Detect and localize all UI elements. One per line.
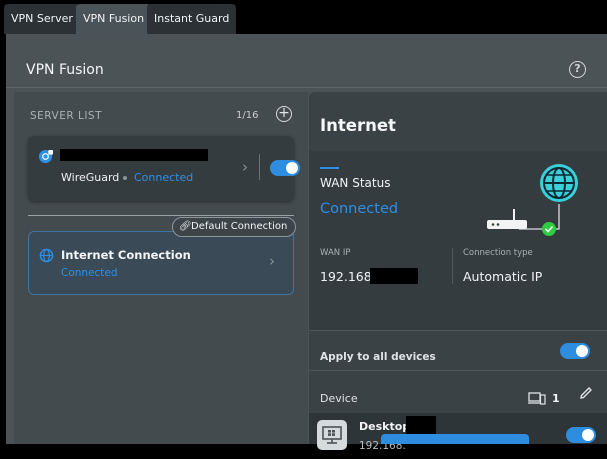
apply-button[interactable] xyxy=(381,434,529,444)
plus-circle-icon[interactable]: + xyxy=(276,106,292,122)
internet-globe-icon xyxy=(39,248,54,263)
default-connection-badge: 🔗︎ Default Connection xyxy=(172,217,297,237)
divider xyxy=(6,87,607,88)
tab-vpn-server[interactable]: VPN Server xyxy=(4,4,80,34)
tab-vpn-fusion[interactable]: VPN Fusion xyxy=(76,4,152,34)
server-count: 1/16 xyxy=(236,110,259,121)
badge-label: Default Connection xyxy=(191,221,288,232)
page-title: VPN Fusion xyxy=(26,62,104,78)
wan-ip-value: 192.168. xyxy=(320,269,376,284)
server-name: Internet Connection xyxy=(61,248,191,262)
separator-dot xyxy=(123,176,127,180)
internet-detail-panel: Internet WAN Status Connected WAN IP 192… xyxy=(309,92,607,459)
question-circle-icon[interactable]: ? xyxy=(569,61,586,78)
wan-status-panel: WAN Status Connected WAN IP 192.168. Con… xyxy=(309,151,607,330)
windows-monitor-icon xyxy=(317,420,347,450)
check-circle-icon xyxy=(542,222,556,236)
wan-ip-label: WAN IP xyxy=(320,248,351,258)
chevron-right-icon[interactable]: › xyxy=(242,158,248,176)
server-name-redacted xyxy=(60,149,208,161)
server-protocol: WireGuard xyxy=(61,171,120,184)
tab-instant-guard[interactable]: Instant Guard xyxy=(147,4,237,34)
server-card-internet[interactable]: Internet Connection Connected › xyxy=(28,231,294,295)
divider xyxy=(309,370,607,371)
detail-title: Internet xyxy=(320,116,396,135)
server-list-heading: SERVER LIST xyxy=(30,110,102,122)
server-status: Connected xyxy=(61,267,118,279)
server-list-panel: SERVER LIST 1/16 + WireGuard Connected › xyxy=(14,92,308,444)
router-icon xyxy=(487,209,527,229)
ip-redacted xyxy=(370,268,418,284)
globe-icon xyxy=(540,164,578,202)
divider xyxy=(309,330,607,331)
chevron-right-icon[interactable]: › xyxy=(269,252,275,270)
server-status: Connected xyxy=(134,171,194,184)
connection-type-value: Automatic IP xyxy=(463,269,543,284)
divider xyxy=(28,215,294,216)
vpn-fusion-window: VPN Fusion ? SERVER LIST 1/16 + WireGuar… xyxy=(6,34,607,459)
server-card-wireguard[interactable]: WireGuard Connected › xyxy=(28,136,300,201)
device-label: Device xyxy=(320,392,358,405)
device-name: Desktop xyxy=(359,420,411,433)
accent-bar xyxy=(320,167,339,169)
connection-type-label: Connection type xyxy=(463,248,533,258)
wan-status-label: WAN Status xyxy=(320,176,391,190)
pencil-icon[interactable] xyxy=(578,385,594,401)
device-enable-toggle[interactable] xyxy=(566,427,596,443)
tab-bar: VPN Server VPN Fusion Instant Guard xyxy=(0,0,607,34)
devices-icon xyxy=(528,392,546,405)
device-count: 1 xyxy=(552,392,560,405)
divider xyxy=(452,248,453,284)
divider xyxy=(259,154,260,180)
vpn-globe-icon xyxy=(38,149,53,164)
wan-status-value: Connected xyxy=(320,201,399,217)
apply-all-label: Apply to all devices xyxy=(320,351,436,363)
apply-all-toggle[interactable] xyxy=(560,343,590,359)
router-globe-diagram xyxy=(487,164,578,236)
link-icon: 🔗︎ xyxy=(179,221,192,232)
server-enable-toggle[interactable] xyxy=(270,160,300,176)
